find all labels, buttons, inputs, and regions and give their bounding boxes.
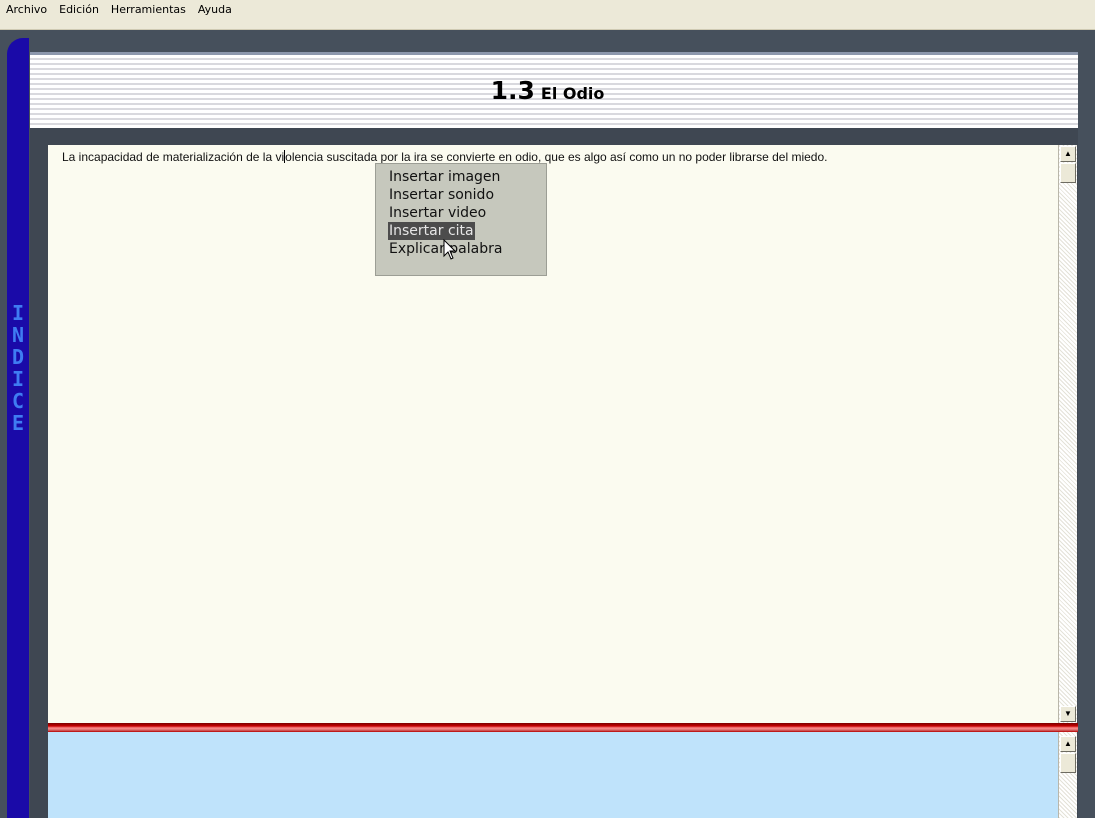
text-segment: La incapacidad de materialización de la …: [62, 150, 285, 164]
index-label[interactable]: I N D I C E: [7, 302, 29, 434]
index-letter: D: [11, 345, 25, 369]
scroll-up-button[interactable]: ▲: [1060, 146, 1076, 162]
menu-item-insertar-cita[interactable]: Insertar cita: [388, 222, 475, 240]
menu-item-insertar-video[interactable]: Insertar video: [389, 204, 546, 222]
scroll-down-button[interactable]: ▼: [1060, 706, 1076, 722]
mouse-pointer-icon: [443, 239, 457, 260]
scroll-up-button[interactable]: ▲: [1060, 736, 1076, 752]
index-letter: I: [11, 301, 25, 325]
pane-divider[interactable]: [48, 723, 1078, 732]
section-title: El Odio: [540, 84, 605, 103]
notes-pane[interactable]: [48, 732, 1060, 818]
menubar: Archivo Edición Herramientas Ayuda: [0, 0, 1095, 30]
index-letter: C: [11, 389, 25, 413]
section-number: 1.3: [490, 76, 535, 105]
index-letter: E: [11, 411, 25, 435]
text-editor[interactable]: [48, 145, 1060, 723]
menu-edicion[interactable]: Edición: [59, 0, 99, 20]
scroll-thumb[interactable]: [1060, 163, 1076, 183]
notes-scrollbar[interactable]: ▲: [1058, 732, 1077, 818]
menu-archivo[interactable]: Archivo: [6, 0, 47, 20]
context-menu: Insertar imagen Insertar sonido Insertar…: [375, 163, 547, 276]
menu-herramientas[interactable]: Herramientas: [111, 0, 186, 20]
page-title: 1.3 El Odio: [0, 76, 1095, 105]
menu-item-insertar-imagen[interactable]: Insertar imagen: [389, 168, 546, 186]
index-letter: I: [11, 367, 25, 391]
top-band: [0, 30, 1095, 38]
text-segment: olencia suscitada por la ira se conviert…: [285, 150, 828, 164]
scroll-thumb[interactable]: [1060, 753, 1076, 773]
menu-ayuda[interactable]: Ayuda: [198, 0, 232, 20]
menu-item-insertar-sonido[interactable]: Insertar sonido: [389, 186, 546, 204]
index-letter: N: [11, 323, 25, 347]
window-edge: [1078, 52, 1095, 818]
menu-item-explicar-palabra[interactable]: Explicar palabra: [389, 240, 546, 258]
editor-text[interactable]: La incapacidad de materialización de la …: [62, 150, 1052, 165]
editor-scrollbar[interactable]: ▲ ▼: [1058, 145, 1077, 723]
